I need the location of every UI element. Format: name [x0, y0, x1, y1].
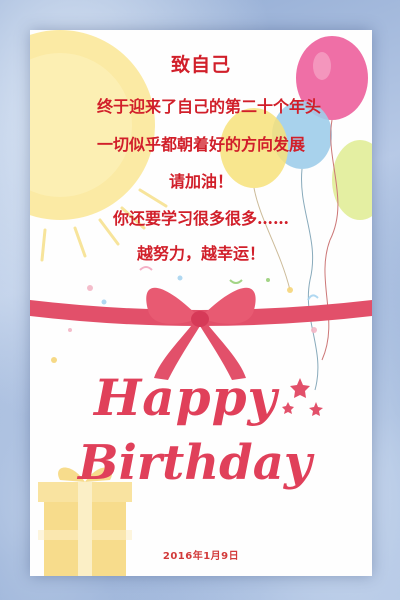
message-line-2: 一切似乎都朝着好的方向发展: [96, 135, 305, 154]
message-line-3: 请加油！: [168, 172, 233, 191]
message-line-1: 终于迎来了自己的第二十个年头: [96, 97, 321, 116]
message-line-5: 越努力，越幸运！: [136, 244, 265, 263]
birthday-lettering: Birthday: [78, 435, 312, 491]
birthday-card: 致自己 终于迎来了自己的第二十个年头 一切似乎都朝着好的方向发展 请加油！ 你还…: [30, 30, 372, 576]
happy-lettering: Happy: [94, 368, 278, 427]
message-line-4: 你还要学习很多很多……: [112, 209, 289, 228]
card-date: 2016年1月9日: [162, 551, 240, 562]
card-title: 致自己: [170, 54, 231, 76]
